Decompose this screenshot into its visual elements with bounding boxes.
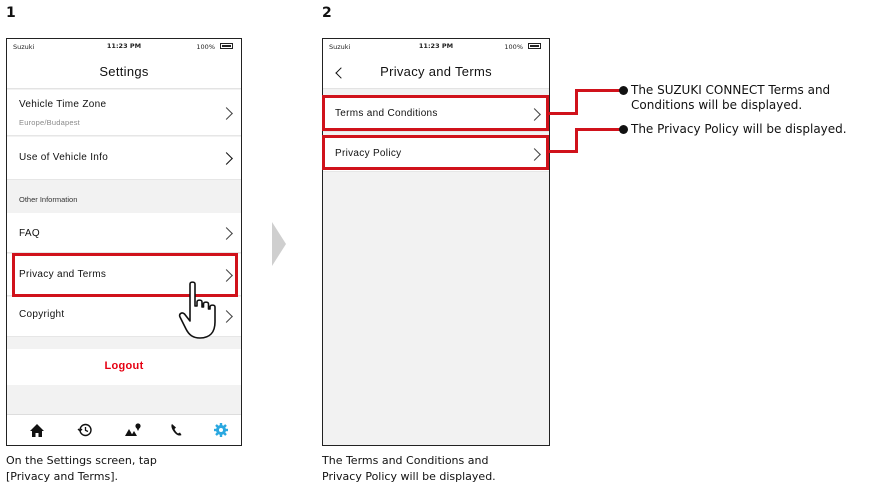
caption-line: The Terms and Conditions and xyxy=(322,454,489,467)
step-number-1: 1 xyxy=(6,5,16,21)
battery-label: 100% xyxy=(504,43,523,51)
page-title: Privacy and Terms xyxy=(380,64,492,79)
step1-caption: On the Settings screen, tap [Privacy and… xyxy=(6,453,157,485)
settings-item-label: FAQ xyxy=(19,228,40,239)
logout-button[interactable]: Logout xyxy=(7,360,241,372)
settings-item-label: Vehicle Time Zone xyxy=(19,99,107,110)
callout-line-privacy xyxy=(575,128,578,153)
settings-item-label: Copyright xyxy=(19,309,65,320)
caption-line: On the Settings screen, tap xyxy=(6,454,157,467)
caption-line: Privacy Policy will be displayed. xyxy=(322,470,496,483)
settings-item-faq[interactable]: FAQ xyxy=(7,213,241,253)
chevron-right-icon xyxy=(220,152,233,165)
phone-icon[interactable] xyxy=(167,421,187,439)
battery-label: 100% xyxy=(196,43,215,51)
history-icon[interactable] xyxy=(75,421,95,439)
caption-line: [Privacy and Terms]. xyxy=(6,470,118,483)
chevron-right-icon xyxy=(220,227,233,240)
section-label-other-information: Other Information xyxy=(19,195,78,204)
battery-icon xyxy=(528,43,541,49)
note-line: The SUZUKI CONNECT Terms and xyxy=(631,83,831,97)
tab-bar xyxy=(7,414,241,445)
settings-header: Settings xyxy=(7,55,241,89)
note-terms: The SUZUKI CONNECT Terms and Conditions … xyxy=(631,83,830,113)
status-bar: Suzuki 11:23 PM 100% xyxy=(323,39,549,55)
step-number-2: 2 xyxy=(322,5,332,21)
page-title: Settings xyxy=(99,64,149,79)
highlight-terms-and-conditions xyxy=(322,95,549,131)
settings-item-use-of-vehicle-info[interactable]: Use of Vehicle Info xyxy=(7,137,241,180)
tap-hand-icon xyxy=(178,281,216,339)
note-line: Conditions will be displayed. xyxy=(631,98,803,112)
note-privacy: The Privacy Policy will be displayed. xyxy=(631,122,847,136)
next-step-arrow xyxy=(272,222,286,266)
settings-item-label: Use of Vehicle Info xyxy=(19,152,109,163)
step2-caption: The Terms and Conditions and Privacy Pol… xyxy=(322,453,496,485)
callout-line-privacy xyxy=(549,150,577,153)
battery-icon xyxy=(220,43,233,49)
callout-line-terms xyxy=(549,112,577,115)
home-icon[interactable] xyxy=(27,421,47,439)
highlight-privacy-policy xyxy=(322,135,549,170)
chevron-right-icon xyxy=(220,107,233,120)
bullet-icon xyxy=(619,125,628,134)
callout-line-terms xyxy=(575,89,578,115)
settings-item-sublabel: Europe/Budapest xyxy=(19,118,80,127)
phone-settings-screen: Suzuki 11:23 PM 100% Settings Vehicle Ti… xyxy=(6,38,242,446)
gear-icon[interactable] xyxy=(211,421,231,439)
settings-item-vehicle-time-zone[interactable]: Vehicle Time Zone Europe/Budapest xyxy=(7,90,241,136)
privacy-header: Privacy and Terms xyxy=(323,55,549,89)
bullet-icon xyxy=(619,86,628,95)
status-bar: Suzuki 11:23 PM 100% xyxy=(7,39,241,55)
map-icon[interactable] xyxy=(123,421,143,439)
logout-row[interactable]: Logout xyxy=(7,349,241,385)
